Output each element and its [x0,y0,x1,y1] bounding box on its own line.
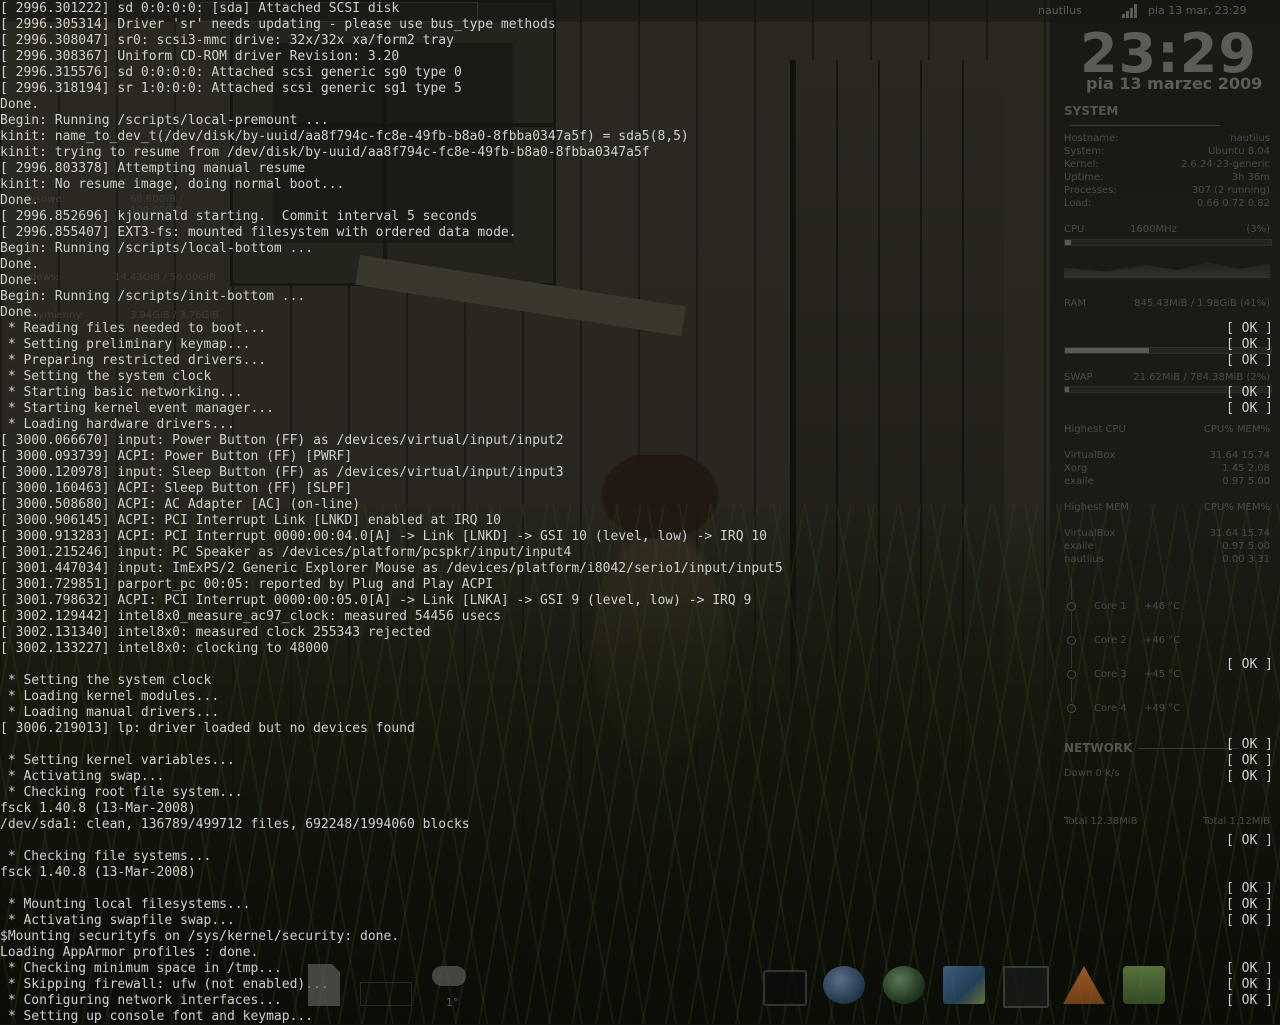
console-line: [ 3002.133227] intel8x0: clocking to 480… [0,641,329,656]
console-line: fsck 1.40.8 (13-Mar-2008) [0,801,196,816]
desktop-widget-frame [360,982,412,1006]
console-line: [ 3001.798632] ACPI: PCI Interrupt 0000:… [0,593,752,608]
ok-status: [ OK ] [1226,977,1273,992]
console-line: [ 3000.913283] ACPI: PCI Interrupt 0000:… [0,529,768,544]
ok-status: [ OK ] [1226,737,1273,752]
console-line: $Mounting securityfs on /sys/kernel/secu… [0,929,400,944]
console-line: Done. [0,193,40,208]
console-line: * Skipping firewall: ufw (not enabled)..… [0,977,329,992]
ok-status: [ OK ] [1226,401,1273,416]
boot-console: [ 2996.301222] sd 0:0:0:0: [sda] Attache… [0,0,1280,1024]
ok-status: [ OK ] [1226,769,1273,784]
package-icon[interactable] [1123,966,1165,1004]
ok-status: [ OK ] [1226,913,1273,928]
ok-status: [ OK ] [1226,881,1273,896]
console-line: [ 2996.301222] sd 0:0:0:0: [sda] Attache… [0,1,400,16]
console-line: Done. [0,305,40,320]
console-line: * Setting the system clock [0,673,212,688]
ok-status: [ OK ] [1226,385,1273,400]
console-line: * Activating swapfile swap... [0,913,235,928]
console-line: * Starting basic networking... [0,385,243,400]
ok-status: [ OK ] [1226,993,1273,1008]
browser-icon[interactable] [823,966,865,1004]
console-line: * Setting kernel variables... [0,753,235,768]
console-line: * Setting preliminary keymap... [0,337,251,352]
console-line: * Preparing restricted drivers... [0,353,267,368]
console-line: * Checking root file system... [0,785,243,800]
console-line: * Setting up console font and keymap... [0,1009,314,1024]
ok-status: [ OK ] [1226,961,1273,976]
console-line: [ 3001.215246] input: PC Speaker as /dev… [0,545,572,560]
weather-temperature: 1° [446,996,459,1009]
console-line: [ 2996.852696] kjournald starting. Commi… [0,209,478,224]
console-line: * Reading files needed to boot... [0,321,267,336]
console-line: * Mounting local filesystems... [0,897,251,912]
console-line: Done. [0,273,40,288]
ok-status: [ OK ] [1226,321,1273,336]
console-line: Begin: Running /scripts/local-premount .… [0,113,329,128]
console-line: [ 2996.308367] Uniform CD-ROM driver Rev… [0,49,400,64]
console-line: fsck 1.40.8 (13-Mar-2008) [0,865,196,880]
console-line: * Loading kernel modules... [0,689,220,704]
console-line: [ 3002.131340] intel8x0: measured clock … [0,625,431,640]
console-line: [ 3006.219013] lp: driver loaded but no … [0,721,415,736]
ok-status: [ OK ] [1226,897,1273,912]
virtualbox-icon[interactable] [943,966,985,1004]
console-line: [ 2996.318194] sr 1:0:0:0: Attached scsi… [0,81,462,96]
console-line: [ 2996.855407] EXT3-fs: mounted filesyst… [0,225,517,240]
console-line: Done. [0,97,40,112]
console-line: [ 3001.447034] input: ImExPS/2 Generic E… [0,561,783,576]
console-line: * Checking file systems... [0,849,212,864]
console-line: [ 2996.315576] sd 0:0:0:0: Attached scsi… [0,65,462,80]
document-icon[interactable] [308,964,340,1006]
console-line: * Loading manual drivers... [0,705,220,720]
ok-status: [ OK ] [1226,657,1273,672]
console-line: * Checking minimum space in /tmp... [0,961,282,976]
console-line: [ 3000.508680] ACPI: AC Adapter [AC] (on… [0,497,361,512]
console-line: [ 3000.906145] ACPI: PCI Interrupt Link … [0,513,501,528]
console-line: Done. [0,257,40,272]
console-line: Begin: Running /scripts/local-bottom ... [0,241,314,256]
console-line: [ 3000.093739] ACPI: Power Button (FF) [… [0,449,353,464]
console-line: [ 3001.729851] parport_pc 00:05: reporte… [0,577,494,592]
ok-status: [ OK ] [1226,353,1273,368]
weather-cloud-icon[interactable] [432,966,466,986]
console-line: Begin: Running /scripts/init-bottom ... [0,289,306,304]
console-line: [ 2996.803378] Attempting manual resume [0,161,306,176]
console-line: [ 3000.120978] input: Sleep Button (FF) … [0,465,564,480]
ok-status: [ OK ] [1226,833,1273,848]
terminal-icon[interactable] [763,970,807,1006]
console-line: Loading AppArmor profiles : done. [0,945,259,960]
console-line: * Starting kernel event manager... [0,401,274,416]
system-monitor-icon[interactable] [1003,966,1049,1008]
console-line: [ 2996.308047] sr0: scsi3-mmc drive: 32x… [0,33,454,48]
console-line: * Activating swap... [0,769,165,784]
console-line: [ 3002.129442] intel8x0_measure_ac97_clo… [0,609,501,624]
console-line: * Configuring network interfaces... [0,993,282,1008]
console-line: * Setting the system clock [0,369,212,384]
globe-icon[interactable] [883,966,925,1004]
console-line: [ 3000.066670] input: Power Button (FF) … [0,433,564,448]
console-line: [ 3000.160463] ACPI: Sleep Button (FF) [… [0,481,353,496]
console-line: kinit: trying to resume from /dev/disk/b… [0,145,650,160]
console-line: kinit: name_to_dev_t(/dev/disk/by-uuid/a… [0,129,689,144]
console-line: * Loading hardware drivers... [0,417,235,432]
console-line: [ 2996.305314] Driver 'sr' needs updatin… [0,17,556,32]
console-line: kinit: No resume image, doing normal boo… [0,177,345,192]
ok-status: [ OK ] [1226,337,1273,352]
ok-status: [ OK ] [1226,753,1273,768]
console-line: /dev/sda1: clean, 136789/499712 files, 6… [0,817,470,832]
